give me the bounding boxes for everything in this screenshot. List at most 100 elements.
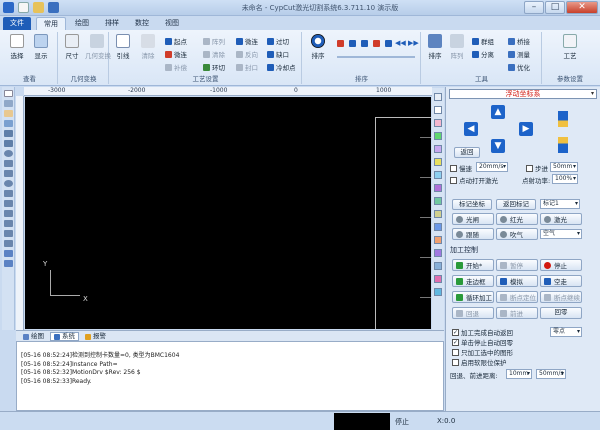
- open-icon[interactable]: [33, 2, 44, 13]
- home-button[interactable]: 回零: [540, 307, 582, 319]
- layer-swatch[interactable]: [434, 236, 442, 244]
- pause-button[interactable]: 暂停: [496, 259, 538, 271]
- clear-small-button[interactable]: 清除: [203, 49, 225, 59]
- speed-select[interactable]: 20mm/s: [476, 162, 508, 172]
- sort-button[interactable]: 排序: [307, 34, 329, 60]
- frame-button[interactable]: 走边框: [452, 275, 494, 287]
- distance-speed-select[interactable]: 50mm/s: [536, 369, 566, 379]
- bridge-button[interactable]: 桥接: [508, 36, 530, 46]
- new-icon[interactable]: [18, 2, 29, 13]
- layer-tool-icon[interactable]: [3, 250, 13, 257]
- zoom-tool-icon[interactable]: [3, 120, 13, 127]
- tab-nest[interactable]: 排样: [98, 17, 126, 30]
- breakpoint-locate-button[interactable]: 断点定位: [496, 291, 538, 303]
- group-button[interactable]: 群组: [472, 36, 494, 46]
- reverse-button[interactable]: 反向: [236, 49, 258, 59]
- pen-tool-icon[interactable]: [3, 260, 13, 267]
- display-button[interactable]: 显示: [30, 34, 52, 60]
- red-light-button[interactable]: 红光: [496, 213, 538, 225]
- polygon-tool-icon[interactable]: [3, 190, 13, 197]
- sort-tool-5-icon[interactable]: [385, 40, 392, 47]
- breakpoint-continue-button[interactable]: 断点继续: [540, 291, 582, 303]
- layer-swatch[interactable]: [434, 249, 442, 257]
- craft-button[interactable]: 工艺: [559, 34, 581, 60]
- mark-select[interactable]: 标记1: [540, 199, 580, 209]
- compensation-button[interactable]: 补偿: [165, 62, 187, 72]
- node-tool-icon[interactable]: [3, 100, 13, 107]
- layer-swatch[interactable]: [434, 106, 442, 114]
- minimize-button[interactable]: –: [524, 1, 544, 14]
- only-selected-checkbox[interactable]: 只加工选中的图形: [452, 347, 513, 357]
- sort-tool-4-icon[interactable]: [373, 40, 380, 47]
- tab-draw-bottom[interactable]: 绘图: [20, 332, 47, 341]
- return-target-select[interactable]: 零点: [550, 327, 582, 337]
- back-button[interactable]: 回退: [452, 307, 494, 319]
- tab-system[interactable]: 系统: [50, 332, 79, 341]
- start-point-button[interactable]: 起点: [165, 36, 187, 46]
- laser-button[interactable]: 激光: [540, 213, 582, 225]
- layer-swatch[interactable]: [434, 197, 442, 205]
- measure-tool-icon[interactable]: [3, 230, 13, 237]
- arc-tool-icon[interactable]: [3, 160, 13, 167]
- layer-swatch[interactable]: [434, 288, 442, 296]
- layer-swatch[interactable]: [434, 262, 442, 270]
- tab-view[interactable]: 视图: [158, 17, 186, 30]
- star-tool-icon[interactable]: [3, 200, 13, 207]
- jog-left-button[interactable]: ◀: [464, 122, 478, 136]
- ring-cut-button[interactable]: 环切: [203, 62, 225, 72]
- layer-swatch[interactable]: [434, 171, 442, 179]
- measure-button[interactable]: 测量: [508, 49, 530, 59]
- z-down-button[interactable]: [558, 137, 568, 153]
- mark-coord-button[interactable]: 标记坐标: [452, 199, 492, 210]
- layer-swatch[interactable]: [434, 119, 442, 127]
- gas-select[interactable]: 空气: [540, 229, 582, 239]
- separate-button[interactable]: 分离: [472, 49, 494, 59]
- slow-checkbox[interactable]: 慢速: [450, 163, 472, 173]
- forward-button[interactable]: 前进: [496, 307, 538, 319]
- pan-tool-icon[interactable]: [3, 110, 13, 117]
- jog-up-button[interactable]: ▲: [491, 105, 505, 119]
- rect-tool-icon[interactable]: [3, 170, 13, 177]
- geometry-transform-button[interactable]: 几何变换: [85, 34, 111, 60]
- array-big-button[interactable]: 阵列: [446, 34, 468, 60]
- tab-cnc[interactable]: 数控: [128, 17, 156, 30]
- layer-swatch[interactable]: [434, 184, 442, 192]
- seal-button[interactable]: 封口: [236, 62, 258, 72]
- image-tool-icon[interactable]: [3, 240, 13, 247]
- line-tool-icon[interactable]: [3, 130, 13, 137]
- point-tool-icon[interactable]: [3, 220, 13, 227]
- layer-swatch[interactable]: [434, 210, 442, 218]
- sort-tool-1-icon[interactable]: [337, 40, 344, 47]
- dry-run-button[interactable]: 空走: [540, 275, 582, 287]
- layer-swatch[interactable]: [434, 275, 442, 283]
- maximize-button[interactable]: □: [545, 1, 565, 14]
- jog-down-button[interactable]: ▼: [491, 139, 505, 153]
- close-button[interactable]: ✕: [566, 1, 598, 14]
- cross-cut-button[interactable]: 过切: [267, 36, 289, 46]
- loop-button[interactable]: 循环加工: [452, 291, 494, 303]
- layer-swatch[interactable]: [434, 93, 442, 101]
- tab-home[interactable]: 常用: [36, 17, 66, 30]
- shutter-button[interactable]: 光闸: [452, 213, 494, 225]
- ellipse-tool-icon[interactable]: [3, 180, 13, 187]
- clear-button[interactable]: 清除: [137, 34, 159, 60]
- optimize-button[interactable]: 优化: [508, 62, 530, 72]
- gap-button[interactable]: 缺口: [267, 49, 289, 59]
- cool-point-button[interactable]: 冷却点: [267, 62, 296, 72]
- layer-swatch[interactable]: [434, 223, 442, 231]
- lead-button[interactable]: 引线: [112, 34, 134, 60]
- tab-alarm[interactable]: 报警: [82, 332, 109, 341]
- sort-tool-3-icon[interactable]: [361, 40, 368, 47]
- nest-sort-button[interactable]: 排序: [424, 34, 446, 60]
- text-tool-icon[interactable]: [3, 210, 13, 217]
- layer-swatch[interactable]: [434, 132, 442, 140]
- return-mark-button[interactable]: 返回标记: [496, 199, 536, 210]
- distance-select[interactable]: 10mm: [506, 369, 532, 379]
- laser-jog-checkbox[interactable]: 点动打开激光: [450, 175, 498, 185]
- blow-button[interactable]: 吹气: [496, 228, 538, 240]
- select-tool-icon[interactable]: [3, 90, 13, 97]
- micro-joint-2-button[interactable]: 微连: [236, 36, 258, 46]
- micro-joint-button[interactable]: 微连: [165, 49, 187, 59]
- sort-slider[interactable]: [337, 56, 415, 58]
- select-button[interactable]: 选择: [6, 34, 28, 60]
